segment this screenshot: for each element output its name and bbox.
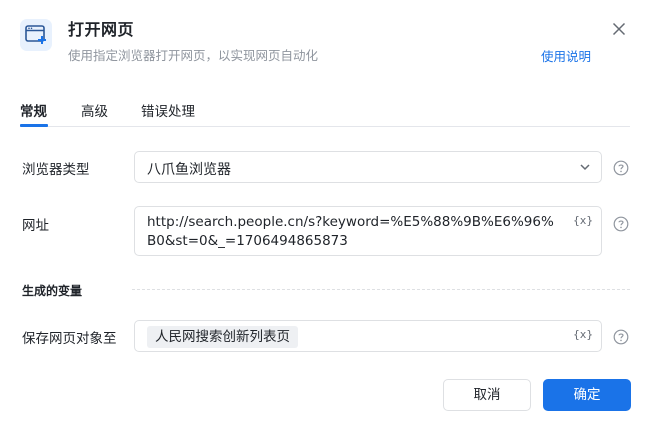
close-icon[interactable] — [610, 20, 628, 38]
section-title-generated-variables: 生成的变量 — [22, 284, 83, 298]
tab-error-handling[interactable]: 错误处理 — [141, 100, 195, 120]
chevron-down-icon — [580, 164, 590, 171]
help-link[interactable]: 使用说明 — [541, 46, 591, 65]
cancel-button[interactable]: 取消 — [443, 379, 531, 411]
variable-tag: 人民网搜索创新列表页 — [147, 326, 298, 348]
dialog-subtitle: 使用指定浏览器打开网页，以实现网页自动化 — [68, 48, 319, 63]
tab-advanced[interactable]: 高级 — [81, 100, 108, 120]
url-value: http://search.people.cn/s?keyword=%E5%88… — [147, 214, 554, 249]
variable-insert-button[interactable]: {x} — [573, 214, 593, 227]
section-divider — [132, 289, 630, 290]
tab-general[interactable]: 常规 — [20, 100, 47, 120]
save-target-input[interactable]: 人民网搜索创新列表页 {x} — [134, 320, 602, 352]
browser-type-label: 浏览器类型 — [22, 162, 90, 178]
tab-bar: 常规 高级 错误处理 — [20, 100, 630, 127]
help-icon[interactable] — [613, 160, 629, 176]
browser-plus-icon — [20, 19, 52, 51]
active-tab-indicator — [20, 124, 48, 127]
save-target-label: 保存网页对象至 — [22, 331, 117, 347]
confirm-button[interactable]: 确定 — [543, 379, 631, 411]
browser-type-select[interactable]: 八爪鱼浏览器 — [134, 151, 602, 183]
help-icon[interactable] — [613, 216, 629, 232]
variable-insert-button[interactable]: {x} — [573, 328, 593, 341]
browser-type-value: 八爪鱼浏览器 — [147, 162, 231, 178]
dialog-title: 打开网页 — [68, 20, 135, 39]
url-label: 网址 — [22, 218, 49, 234]
open-webpage-dialog: 打开网页 使用指定浏览器打开网页，以实现网页自动化 使用说明 常规 高级 错误处… — [0, 0, 650, 435]
help-icon[interactable] — [613, 329, 629, 345]
url-input[interactable]: http://search.people.cn/s?keyword=%E5%88… — [134, 206, 602, 256]
